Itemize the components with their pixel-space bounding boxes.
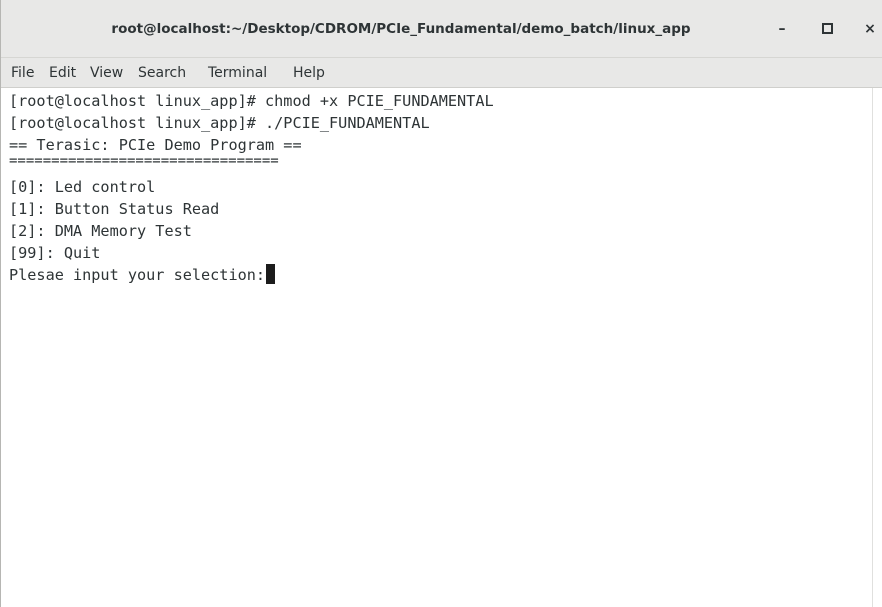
close-icon: ×	[864, 21, 876, 37]
title-bar[interactable]: root@localhost:~/Desktop/CDROM/PCIe_Fund…	[1, 0, 882, 58]
terminal-prompt-line: Plesae input your selection:	[9, 264, 276, 286]
close-button[interactable]: ×	[857, 16, 882, 42]
minimize-icon: –	[778, 21, 786, 37]
window-title: root@localhost:~/Desktop/CDROM/PCIe_Fund…	[111, 21, 691, 37]
menu-file[interactable]: File	[11, 65, 34, 81]
terminal-line: [root@localhost linux_app]# chmod +x PCI…	[9, 92, 494, 110]
menu-help[interactable]: Help	[293, 65, 325, 81]
menu-bar: File Edit View Search Terminal Help	[1, 58, 882, 88]
terminal-line: [99]: Quit	[9, 244, 101, 262]
text-cursor	[266, 264, 276, 284]
terminal-line: [0]: Led control	[9, 178, 156, 196]
terminal-line: ================================	[9, 153, 279, 169]
prompt-text: Plesae input your selection:	[9, 266, 266, 284]
terminal-output[interactable]: [root@localhost linux_app]# chmod +x PCI…	[2, 88, 873, 607]
terminal-window: root@localhost:~/Desktop/CDROM/PCIe_Fund…	[0, 0, 882, 607]
scrollbar[interactable]	[872, 88, 882, 607]
minimize-button[interactable]: –	[769, 16, 795, 42]
menu-terminal[interactable]: Terminal	[208, 65, 267, 81]
terminal-line: [root@localhost linux_app]# ./PCIE_FUNDA…	[9, 114, 430, 132]
terminal-line: [1]: Button Status Read	[9, 200, 220, 218]
maximize-icon	[821, 22, 833, 34]
menu-search[interactable]: Search	[138, 65, 186, 81]
menu-edit[interactable]: Edit	[49, 65, 76, 81]
maximize-button[interactable]	[814, 16, 840, 42]
terminal-line: [2]: DMA Memory Test	[9, 222, 192, 240]
menu-view[interactable]: View	[90, 65, 123, 81]
